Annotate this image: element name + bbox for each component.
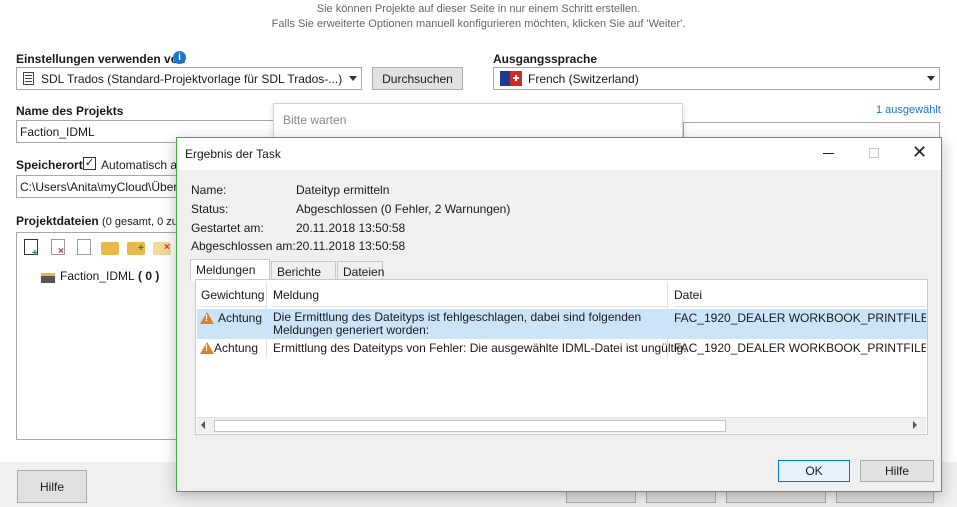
wait-popup-title: Bitte warten (283, 113, 347, 127)
row-message-line-1: Ermittlung des Dateityps von Fehler: Die… (273, 342, 687, 355)
field-status-label: Status: (191, 202, 229, 216)
dialog-titlebar[interactable]: Ergebnis der Task ✕ (177, 138, 941, 170)
add-folder-plus-icon[interactable]: + (127, 242, 145, 255)
dialog-tabs: Meldungen (2) Berichte (0) Dateien (190, 259, 930, 293)
remove-file-icon[interactable]: × (51, 239, 65, 257)
row-message-line-2: Meldungen generiert worden: (273, 324, 430, 337)
scroll-right-icon[interactable] (913, 421, 917, 429)
column-header-severity[interactable]: Gewichtung (201, 280, 266, 307)
row-file: FAC_1920_DEALER WORKBOOK_PRINTFILE_V7 (674, 312, 926, 325)
field-finished-label: Abgeschlossen am: (191, 239, 296, 253)
tab-reports[interactable]: Berichte (0) (271, 261, 336, 293)
field-name-label: Name: (191, 183, 227, 197)
field-started-label: Gestartet am: (191, 221, 264, 235)
table-row[interactable]: Achtung Ermittlung des Dateityps von Feh… (197, 340, 927, 358)
maximize-icon[interactable] (869, 148, 879, 158)
scrollbar-thumb[interactable] (214, 420, 726, 432)
tab-messages[interactable]: Meldungen (2) (190, 259, 270, 291)
field-status-value: Abgeschlossen (0 Fehler, 2 Warnungen) (296, 202, 511, 216)
intro-line-2: Falls Sie erweiterte Optionen manuell ko… (271, 18, 686, 30)
flag-icon (500, 71, 522, 86)
document-icon (23, 72, 34, 85)
location-path-value: C:\Users\Anita\myCloud\Über (20, 180, 178, 194)
task-result-dialog: Ergebnis der Task ✕ Name: Dateityp ermit… (176, 137, 942, 492)
tab-files[interactable]: Dateien (337, 261, 384, 281)
row-severity: Achtung (218, 312, 263, 325)
row-message-line-1: Die Ermittlung des Dateityps ist fehlges… (273, 311, 642, 324)
add-folder-icon[interactable] (101, 242, 119, 255)
auto-location-label: Automatisch au (101, 158, 184, 172)
close-icon[interactable]: ✕ (912, 143, 927, 161)
template-value: SDL Trados (Standard-Projektvorlage für … (41, 72, 343, 86)
scroll-left-icon[interactable] (201, 421, 205, 429)
row-file: FAC_1920_DEALER WORKBOOK_PRINTFILE_V7 (674, 342, 926, 355)
target-languages-link[interactable]: 1 ausgewählt (876, 104, 941, 116)
field-started-value: 20.11.2018 13:50:58 (296, 221, 406, 235)
project-files-summary: (0 gesamt, 0 zu ü (102, 216, 188, 228)
location-path-input[interactable]: C:\Users\Anita\myCloud\Über (16, 175, 178, 198)
table-row[interactable]: Achtung Die Ermittlung des Dateityps ist… (197, 309, 927, 339)
minimize-icon[interactable] (823, 153, 834, 154)
warning-icon (200, 312, 214, 324)
folder-count: ( 0 ) (138, 269, 160, 283)
folder-name[interactable]: Faction_IDML (60, 269, 135, 283)
source-language-value: French (Switzerland) (528, 72, 639, 86)
source-language-dropdown[interactable]: French (Switzerland) (493, 67, 940, 90)
field-finished-value: 20.11.2018 13:50:58 (296, 239, 406, 253)
dialog-help-button[interactable]: Hilfe (860, 460, 934, 482)
info-icon[interactable]: i (173, 51, 186, 64)
messages-table: Gewichtung Meldung Datei Achtung Die Erm… (195, 279, 928, 435)
location-label: Speicherort (16, 158, 83, 172)
project-name-label: Name des Projekts (16, 104, 124, 118)
ok-button[interactable]: OK (778, 460, 850, 482)
field-name-value: Dateityp ermitteln (296, 183, 390, 197)
project-files-panel[interactable]: + × + × Faction_IDML ( 0 ) (16, 232, 178, 440)
chevron-down-icon (927, 76, 935, 81)
add-files-icon[interactable]: + (24, 239, 38, 259)
column-header-message[interactable]: Meldung (273, 280, 668, 307)
warning-icon (200, 342, 214, 354)
folder-icon (41, 273, 55, 283)
source-language-label: Ausgangssprache (493, 52, 598, 66)
intro-line-1: Sie können Projekte auf dieser Seite in … (316, 3, 641, 15)
project-files-header: Projektdateien (0 gesamt, 0 zu ü (16, 214, 187, 228)
remove-folder-icon[interactable]: × (153, 242, 171, 255)
settings-label: Einstellungen verwenden von (16, 52, 186, 66)
dialog-title: Ergebnis der Task (185, 147, 281, 161)
auto-location-checkbox[interactable]: ✓ (83, 157, 96, 170)
chevron-down-icon (349, 76, 357, 81)
help-button[interactable]: Hilfe (17, 470, 87, 503)
project-files-label: Projektdateien (16, 214, 99, 228)
horizontal-scrollbar[interactable] (197, 417, 926, 433)
browse-button[interactable]: Durchsuchen (372, 67, 463, 90)
copy-files-icon[interactable] (77, 239, 91, 255)
template-dropdown[interactable]: SDL Trados (Standard-Projektvorlage für … (16, 67, 362, 90)
project-name-value: Faction_IDML (20, 125, 95, 139)
row-severity: Achtung (214, 342, 259, 355)
wait-popup: Bitte warten (273, 103, 683, 139)
column-header-file[interactable]: Datei (674, 280, 926, 307)
